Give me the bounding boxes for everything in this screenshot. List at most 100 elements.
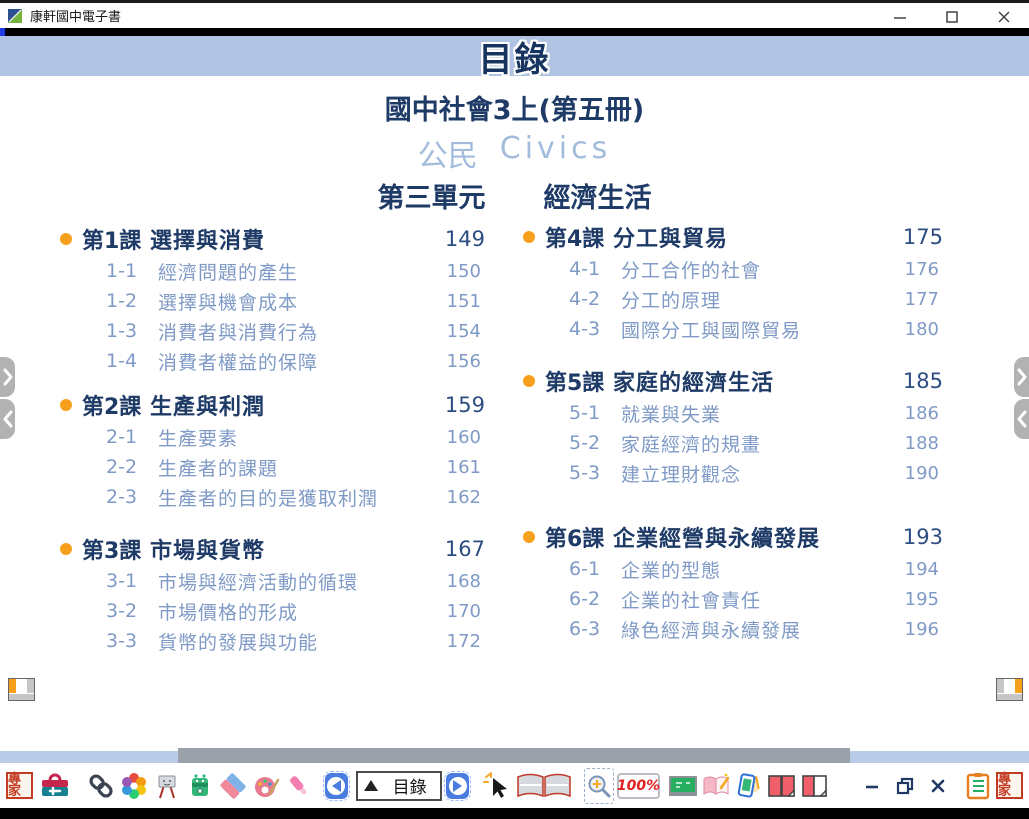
subitem-number: 1-1 bbox=[106, 260, 158, 282]
side-nav-left-next-button[interactable] bbox=[0, 357, 15, 397]
easel-button[interactable] bbox=[152, 768, 182, 804]
zoom-level-badge[interactable]: 100% bbox=[617, 773, 661, 799]
toc-subitem-2-2[interactable]: 2-2 生產者的課題 161 bbox=[60, 452, 485, 482]
subitem-page: 156 bbox=[447, 351, 481, 372]
toolbar-minimize-button[interactable] bbox=[857, 768, 887, 804]
toc-subitem-2-1[interactable]: 2-1 生產要素 160 bbox=[60, 422, 485, 452]
lesson-page: 167 bbox=[445, 537, 485, 561]
lesson-page: 185 bbox=[903, 369, 943, 393]
maximize-button[interactable] bbox=[937, 6, 967, 28]
page-selector-arrow-icon bbox=[364, 780, 378, 791]
expert-mode-button-right[interactable]: 專家 bbox=[996, 772, 1023, 799]
unit-heading: 第三單元 經濟生活 bbox=[0, 176, 1029, 215]
checklist-button[interactable] bbox=[963, 768, 993, 804]
subitem-number: 6-1 bbox=[569, 558, 621, 580]
pointer-tool-button[interactable] bbox=[482, 768, 512, 804]
palette-icon bbox=[252, 772, 280, 800]
page-view-button[interactable] bbox=[515, 768, 573, 804]
toc-subitem-1-4[interactable]: 1-4 消費者權益的保障 156 bbox=[60, 346, 485, 376]
minimize-button[interactable] bbox=[885, 6, 915, 28]
minimize-icon bbox=[893, 10, 907, 24]
unit-title: 經濟生活 bbox=[544, 176, 652, 215]
toc-subitem-2-3[interactable]: 2-3 生產者的目的是獲取利潤 162 bbox=[60, 482, 485, 512]
toc-lesson-5[interactable]: 第5課 家庭的經濟生活 185 bbox=[523, 364, 943, 398]
easel-icon bbox=[153, 772, 181, 800]
subitem-page: 161 bbox=[447, 457, 481, 478]
next-page-button[interactable] bbox=[446, 773, 470, 799]
toc-subitem-4-2[interactable]: 4-2 分工的原理 177 bbox=[523, 284, 943, 314]
eraser-button[interactable] bbox=[218, 768, 248, 804]
subitem-title: 生產者的目的是獲取利潤 bbox=[158, 484, 447, 511]
reading-book-button[interactable] bbox=[701, 768, 731, 804]
toc-subitem-6-2[interactable]: 6-2 企業的社會責任 195 bbox=[523, 584, 943, 614]
subitem-title: 家庭經濟的規畫 bbox=[621, 430, 905, 457]
side-nav-left-prev-button[interactable] bbox=[0, 399, 15, 439]
device-pages-button[interactable] bbox=[734, 768, 764, 804]
subitem-title: 消費者與消費行為 bbox=[158, 318, 447, 345]
toc-subitem-6-1[interactable]: 6-1 企業的型態 194 bbox=[523, 554, 943, 584]
palette-button[interactable] bbox=[251, 768, 281, 804]
toc-subitem-1-3[interactable]: 1-3 消費者與消費行為 154 bbox=[60, 316, 485, 346]
page-corner-strip bbox=[997, 679, 1004, 693]
subitem-number: 3-2 bbox=[106, 600, 158, 622]
toc-subitem-5-3[interactable]: 5-3 建立理財觀念 190 bbox=[523, 458, 943, 488]
toc-subitem-3-3[interactable]: 3-3 貨幣的發展與功能 172 bbox=[60, 626, 485, 656]
toc-subitem-4-1[interactable]: 4-1 分工合作的社會 176 bbox=[523, 254, 943, 284]
toc-subitem-5-1[interactable]: 5-1 就業與失業 186 bbox=[523, 398, 943, 428]
bullet-icon bbox=[523, 231, 535, 243]
subitem-number: 3-3 bbox=[106, 630, 158, 652]
subitem-number: 3-1 bbox=[106, 570, 158, 592]
robot-button[interactable] bbox=[185, 768, 215, 804]
marker-button[interactable] bbox=[284, 768, 314, 804]
toc-subitem-6-3[interactable]: 6-3 綠色經濟與永續發展 196 bbox=[523, 614, 943, 644]
subitem-title: 分工合作的社會 bbox=[621, 256, 905, 283]
link-button[interactable] bbox=[86, 768, 116, 804]
toolbar-close-button[interactable] bbox=[923, 768, 953, 804]
window-titlebar: 康軒國中電子書 bbox=[0, 0, 1029, 28]
subitem-number: 6-2 bbox=[569, 588, 621, 610]
toc-column-right: 第4課 分工與貿易 175 4-1 分工合作的社會 176 4-2 分工的原理 … bbox=[523, 220, 943, 644]
toc-lesson-6[interactable]: 第6課 企業經營與永續發展 193 bbox=[523, 520, 943, 554]
zoom-in-button[interactable] bbox=[584, 768, 614, 804]
toolbox-button[interactable] bbox=[40, 768, 70, 804]
two-page-view-button[interactable] bbox=[767, 768, 797, 804]
one-page-view-button[interactable] bbox=[800, 768, 830, 804]
toc-subitem-1-2[interactable]: 1-2 選擇與機會成本 151 bbox=[60, 286, 485, 316]
subitem-page: 188 bbox=[905, 433, 939, 454]
lesson-number: 第3課 bbox=[82, 533, 150, 565]
lesson-number: 第4課 bbox=[545, 221, 613, 253]
subitem-title: 綠色經濟與永續發展 bbox=[621, 616, 905, 643]
chevron-left-icon bbox=[2, 409, 14, 429]
page-corner-left-button[interactable] bbox=[8, 678, 35, 701]
side-nav-right-next-button[interactable] bbox=[1014, 357, 1029, 397]
page-selector[interactable]: 目錄 bbox=[356, 771, 442, 801]
toc-lesson-2[interactable]: 第2課 生產與利潤 159 bbox=[60, 388, 485, 422]
toc-lesson-1[interactable]: 第1課 選擇與消費 149 bbox=[60, 222, 485, 256]
toc-lesson-3[interactable]: 第3課 市場與貨幣 167 bbox=[60, 532, 485, 566]
pinwheel-button[interactable] bbox=[119, 768, 149, 804]
page-corner-accent bbox=[9, 679, 16, 693]
toc-lesson-4[interactable]: 第4課 分工與貿易 175 bbox=[523, 220, 943, 254]
subitem-number: 5-1 bbox=[569, 402, 621, 424]
side-nav-right-prev-button[interactable] bbox=[1014, 399, 1029, 439]
lesson-title: 生產與利潤 bbox=[150, 389, 445, 421]
toc-subitem-5-2[interactable]: 5-2 家庭經濟的規畫 188 bbox=[523, 428, 943, 458]
subitem-number: 4-2 bbox=[569, 288, 621, 310]
subitem-page: 186 bbox=[905, 403, 939, 424]
lesson-number: 第5課 bbox=[545, 365, 613, 397]
toc-subitem-3-1[interactable]: 3-1 市場與經濟活動的循環 168 bbox=[60, 566, 485, 596]
toolbar-restore-button[interactable] bbox=[890, 768, 920, 804]
toc-subitem-3-2[interactable]: 3-2 市場價格的形成 170 bbox=[60, 596, 485, 626]
close-button[interactable] bbox=[989, 6, 1019, 28]
subject-zh: 公民 bbox=[418, 131, 478, 175]
toc-subitem-1-1[interactable]: 1-1 經濟問題的產生 150 bbox=[60, 256, 485, 286]
chalkboard-button[interactable] bbox=[668, 768, 698, 804]
prev-page-button[interactable] bbox=[325, 773, 349, 799]
toc-subitem-4-3[interactable]: 4-3 國際分工與國際貿易 180 bbox=[523, 314, 943, 344]
expert-mode-button-left[interactable]: 專家 bbox=[6, 772, 33, 799]
lesson-page: 149 bbox=[445, 227, 485, 251]
bullet-icon bbox=[60, 233, 72, 245]
page-corner-right-button[interactable] bbox=[996, 678, 1023, 701]
toolbar-close-icon bbox=[930, 778, 946, 794]
subitem-title: 生產要素 bbox=[158, 424, 447, 451]
